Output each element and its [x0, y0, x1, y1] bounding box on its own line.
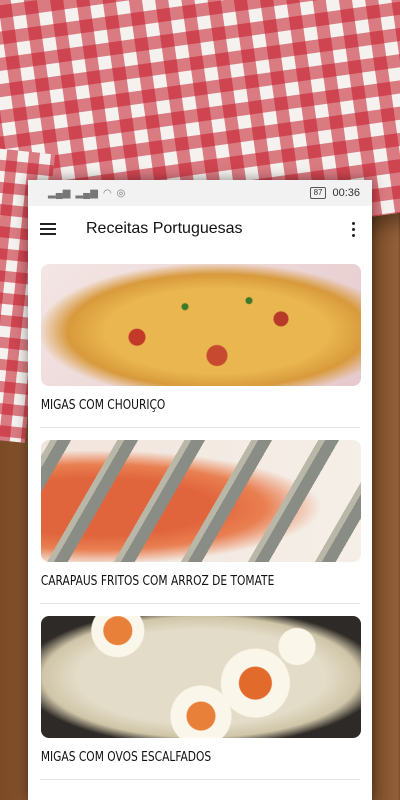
app-title: Receitas Portuguesas	[86, 220, 243, 237]
recipe-photo[interactable]	[41, 616, 361, 738]
hamburger-menu-icon[interactable]	[40, 218, 62, 240]
recipe-title: CARAPAUS FRITOS COM ARROZ DE TOMATE	[40, 574, 275, 589]
recipe-card[interactable]: CARAPAUS FRITOS COM ARROZ DE TOMATE	[40, 428, 361, 604]
signal-2-icon: ▂▄▆	[75, 187, 98, 199]
recipe-photo[interactable]	[41, 264, 361, 386]
recipe-list: MIGAS COM CHOURIÇO CARAPAUS FRITOS COM A…	[28, 252, 372, 780]
status-icons-left: ▂▄▆ ▂▄▆ ◠ ◎	[48, 188, 125, 199]
wifi-icon: ◠	[102, 187, 112, 199]
battery-icon: 87	[309, 187, 327, 199]
status-icons-right: 87 00:36	[309, 187, 360, 199]
recipe-photo[interactable]	[41, 440, 361, 562]
recipe-card[interactable]: MIGAS COM OVOS ESCALFADOS	[40, 604, 361, 780]
recipe-title: MIGAS COM CHOURIÇO	[40, 398, 166, 413]
overflow-menu-icon[interactable]	[344, 217, 362, 241]
phone-screen: ▂▄▆ ▂▄▆ ◠ ◎ 87 00:36 Receitas Portuguesa…	[28, 180, 372, 800]
recipe-title: MIGAS COM OVOS ESCALFADOS	[40, 750, 212, 765]
signal-icon: ▂▄▆	[48, 187, 71, 199]
clock: 00:36	[332, 187, 360, 199]
status-bar: ▂▄▆ ▂▄▆ ◠ ◎ 87 00:36	[28, 180, 372, 206]
recipe-card[interactable]: MIGAS COM CHOURIÇO	[40, 252, 361, 428]
instagram-icon: ◎	[116, 187, 126, 199]
app-bar: Receitas Portuguesas	[28, 206, 372, 252]
